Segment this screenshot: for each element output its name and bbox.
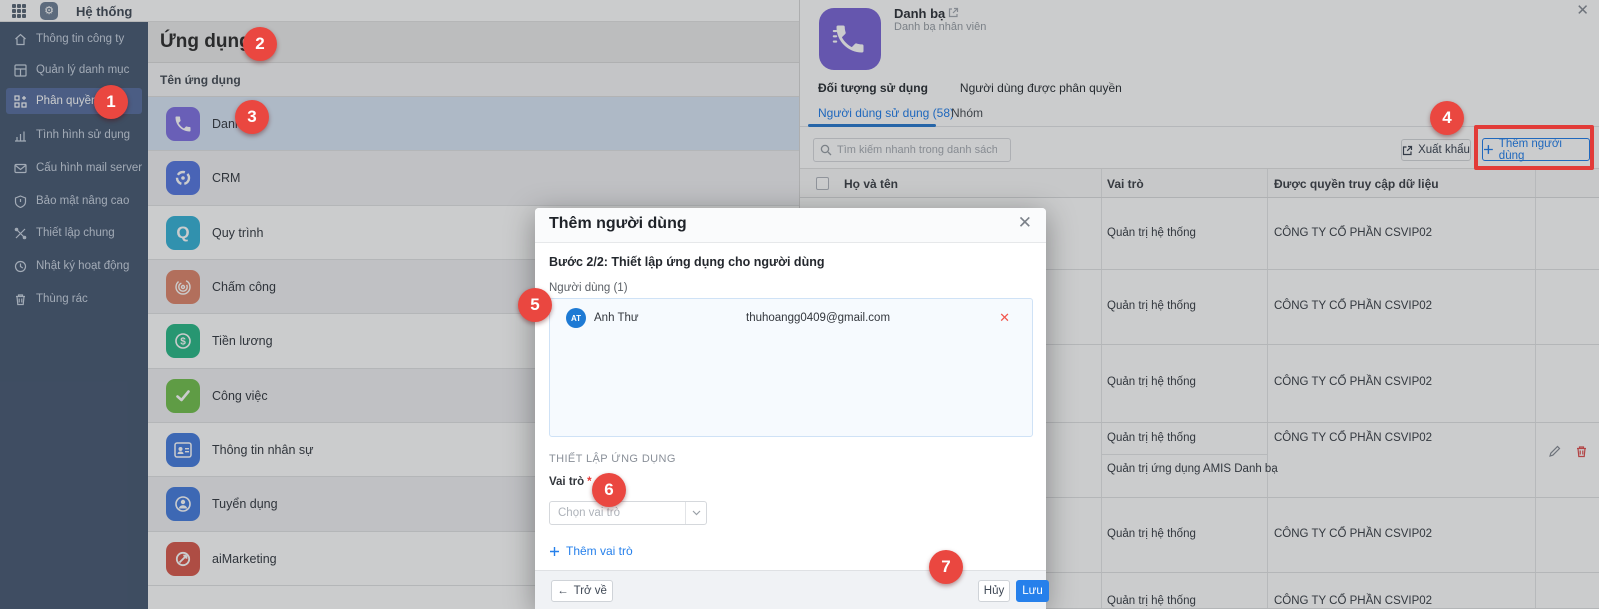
add-user-modal: Thêm người dùng ✕ Bước 2/2: Thiết lập ứn… bbox=[535, 208, 1049, 609]
modal-header: Thêm người dùng ✕ bbox=[535, 208, 1046, 243]
screen: ⚙ Hệ thống Thông tin công ty Quản lý dan… bbox=[0, 0, 1599, 609]
back-button[interactable]: ← Trở về bbox=[551, 580, 613, 602]
annotation-badge-2: 2 bbox=[243, 27, 277, 61]
add-role-label: Thêm vai trò bbox=[566, 544, 633, 558]
save-button[interactable]: Lưu bbox=[1016, 580, 1049, 602]
avatar: AT bbox=[566, 308, 586, 328]
add-role-link[interactable]: Thêm vai trò bbox=[549, 544, 633, 558]
cancel-button[interactable]: Hủy bbox=[978, 580, 1010, 602]
plus-icon bbox=[550, 546, 559, 556]
modal-users-count-label: Người dùng (1) bbox=[549, 282, 628, 294]
back-arrow-icon: ← bbox=[557, 585, 569, 597]
modal-close-icon[interactable]: ✕ bbox=[1018, 213, 1032, 233]
annotation-badge-5: 5 bbox=[518, 288, 552, 322]
role-select-placeholder: Chọn vai trò bbox=[558, 507, 621, 519]
annotation-highlight-rect bbox=[1474, 125, 1594, 170]
annotation-badge-4: 4 bbox=[1430, 101, 1464, 135]
user-name: Anh Thư bbox=[594, 312, 639, 324]
modal-step-label: Bước 2/2: Thiết lập ứng dụng cho người d… bbox=[549, 255, 825, 269]
annotation-badge-3: 3 bbox=[235, 100, 269, 134]
user-email: thuhoangg0409@gmail.com bbox=[746, 312, 891, 324]
app-setup-section-label: THIẾT LẬP ỨNG DỤNG bbox=[549, 453, 676, 465]
selected-users-box: AT Anh Thư thuhoangg0409@gmail.com ✕ bbox=[549, 298, 1033, 437]
required-asterisk: * bbox=[587, 476, 592, 488]
role-field-label: Vai trò * bbox=[549, 476, 592, 488]
annotation-badge-7: 7 bbox=[929, 550, 963, 584]
modal-title: Thêm người dùng bbox=[549, 215, 687, 232]
annotation-badge-6: 6 bbox=[592, 473, 626, 507]
modal-footer: ← Trở về Hủy Lưu bbox=[535, 570, 1049, 609]
chevron-down-icon bbox=[686, 510, 706, 516]
role-select[interactable]: Chọn vai trò bbox=[549, 501, 707, 525]
remove-user-icon[interactable]: ✕ bbox=[999, 310, 1010, 326]
annotation-badge-1: 1 bbox=[94, 85, 128, 119]
